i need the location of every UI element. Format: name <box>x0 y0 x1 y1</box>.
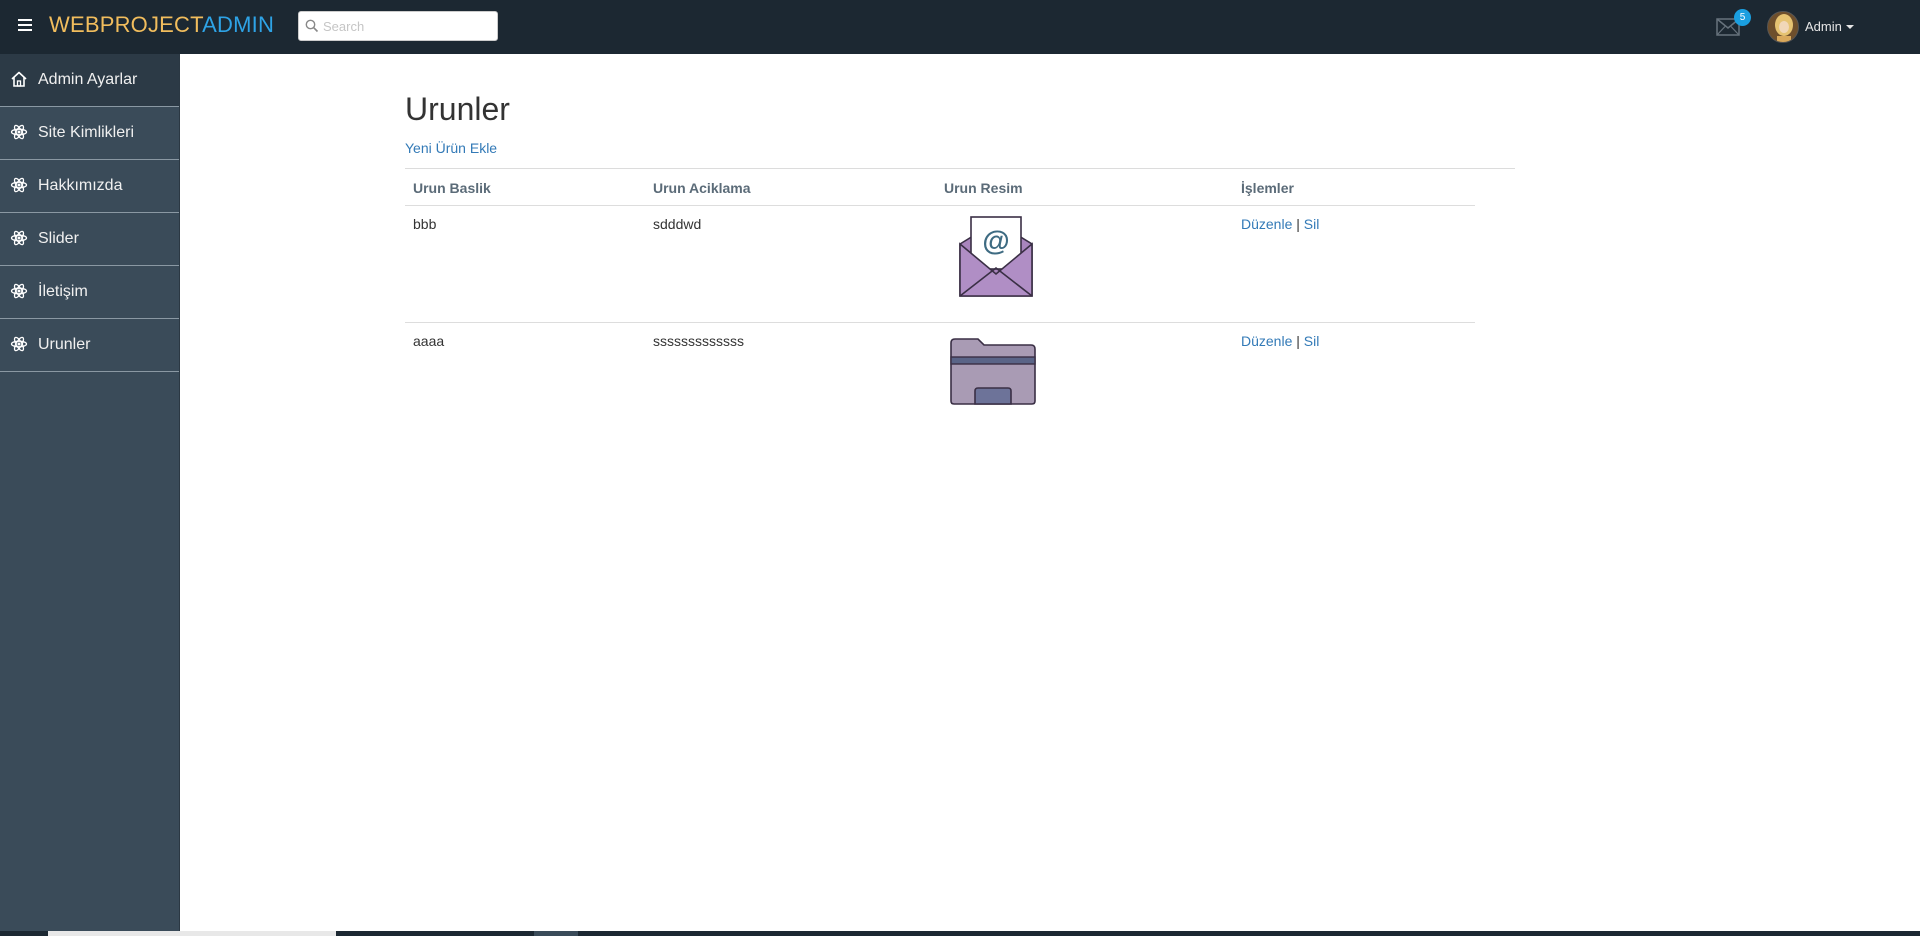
products-table: Urun Baslik Urun Aciklama Urun Resim İşl… <box>405 169 1475 420</box>
cell-image: @ <box>936 205 1233 323</box>
user-menu-label[interactable]: Admin <box>1805 19 1842 34</box>
cell-actions: Düzenle | Sil <box>1233 205 1475 323</box>
cell-description: sssssssssssss <box>653 332 744 349</box>
table-row: bbb sdddwd @ Düzenle | Sil <box>405 205 1475 323</box>
column-header-image: Urun Resim <box>936 169 1233 206</box>
main-content: Urunler Yeni Ürün Ekle Urun Baslik Urun … <box>405 90 1515 420</box>
mail-count-badge: 5 <box>1734 9 1751 26</box>
page-title: Urunler <box>405 91 510 127</box>
sidebar-item-site-kimlikleri[interactable]: Site Kimlikleri <box>0 107 179 160</box>
svg-text:@: @ <box>982 225 1009 256</box>
atom-icon <box>10 336 28 352</box>
cell-description: sdddwd <box>645 205 936 323</box>
separator: | <box>1296 215 1300 232</box>
separator: | <box>1296 332 1300 349</box>
add-product-link[interactable]: Yeni Ürün Ekle <box>405 140 497 156</box>
edit-link[interactable]: Düzenle <box>1241 333 1292 349</box>
table-header-row: Urun Baslik Urun Aciklama Urun Resim İşl… <box>405 169 1475 206</box>
sidebar: Admin Ayarlar Site Kimlikleri Hakkımızda… <box>0 54 180 936</box>
top-navbar: WEBPROJECTADMIN 5 Admin <box>0 0 1920 54</box>
atom-icon <box>10 230 28 246</box>
menu-toggle-icon[interactable] <box>18 19 32 31</box>
folder-icon <box>950 337 1036 405</box>
edit-link[interactable]: Düzenle <box>1241 216 1292 232</box>
scrollbar-segment <box>534 931 578 936</box>
search-icon <box>305 19 319 33</box>
cell-actions: Düzenle | Sil <box>1233 322 1475 420</box>
cell-title: bbb <box>405 205 645 323</box>
search-box <box>298 11 498 41</box>
sidebar-item-slider[interactable]: Slider <box>0 213 179 266</box>
column-header-description: Urun Aciklama <box>645 169 936 206</box>
search-input[interactable] <box>323 15 493 37</box>
atom-icon <box>10 283 28 299</box>
sidebar-item-label: İletişim <box>38 283 88 300</box>
brand-text-accent: ADMIN <box>202 12 275 37</box>
table-row: aaaa sssssssssssss Düzenle | Sil <box>405 322 1475 420</box>
delete-link[interactable]: Sil <box>1304 216 1320 232</box>
caret-down-icon[interactable] <box>1846 25 1854 29</box>
delete-link[interactable]: Sil <box>1304 333 1320 349</box>
scrollbar-thumb[interactable] <box>48 931 336 936</box>
atom-icon <box>10 177 28 193</box>
sidebar-item-label: Slider <box>38 230 79 247</box>
sidebar-item-iletisim[interactable]: İletişim <box>0 266 179 319</box>
sidebar-item-admin-ayarlar[interactable]: Admin Ayarlar <box>0 54 179 107</box>
sidebar-item-label: Urunler <box>38 336 91 353</box>
column-header-actions: İşlemler <box>1233 169 1475 206</box>
sidebar-item-urunler[interactable]: Urunler <box>0 319 179 372</box>
column-header-title: Urun Baslik <box>405 169 645 206</box>
sidebar-item-label: Hakkımızda <box>38 177 123 194</box>
brand-logo[interactable]: WEBPROJECTADMIN <box>49 12 274 38</box>
atom-icon <box>10 124 28 140</box>
bottom-scrollbar-strip <box>0 931 1920 936</box>
cell-image <box>936 322 1233 420</box>
sidebar-item-label: Admin Ayarlar <box>38 71 138 88</box>
sidebar-item-hakkimizda[interactable]: Hakkımızda <box>0 160 179 213</box>
user-avatar[interactable] <box>1767 11 1799 43</box>
sidebar-item-label: Site Kimlikleri <box>38 124 135 141</box>
home-icon <box>11 71 27 87</box>
brand-text-primary: WEBPROJECT <box>49 12 203 37</box>
email-envelope-icon: @ <box>959 215 1033 297</box>
cell-title: aaaa <box>413 332 445 349</box>
